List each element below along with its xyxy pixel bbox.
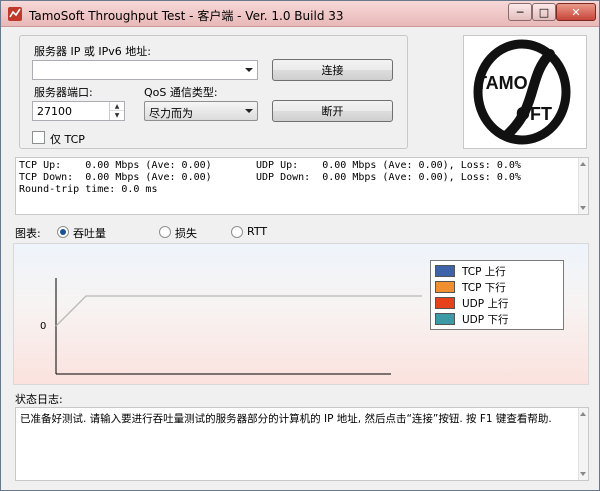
status-log[interactable]: 已准备好测试. 请输入要进行吞吐量测试的服务器部分的计算机的 IP 地址, 然后…: [15, 407, 589, 481]
maximize-button[interactable]: □: [532, 3, 556, 21]
legend-label: TCP 下行: [462, 282, 506, 294]
legend-item: UDP 下行: [435, 312, 563, 326]
rtt-stat: Round-trip time: 0.0 ms: [19, 184, 158, 195]
qos-value: 尽力而为: [149, 107, 193, 120]
server-port-stepper[interactable]: 27100 ▲ ▼: [32, 101, 125, 121]
log-scrollbar[interactable]: [578, 408, 588, 480]
minimize-button[interactable]: ─: [508, 3, 532, 21]
scroll-down-icon[interactable]: [580, 472, 586, 476]
scroll-up-icon[interactable]: [580, 412, 586, 416]
connect-button[interactable]: 连接: [272, 59, 393, 81]
legend-label: TCP 上行: [462, 266, 506, 278]
udp-up-stat: UDP Up: 0.00 Mbps (Ave: 0.00), Loss: 0.0…: [256, 160, 521, 171]
legend-label: UDP 上行: [462, 298, 509, 310]
series-line: [55, 295, 422, 327]
stepper-down-icon[interactable]: ▼: [110, 111, 124, 120]
chevron-down-icon: [245, 109, 253, 113]
tcp-only-label: 仅 TCP: [50, 133, 85, 146]
legend-item: UDP 上行: [435, 296, 563, 310]
radio-rtt[interactable]: [231, 226, 243, 238]
radio-throughput[interactable]: [57, 226, 69, 238]
status-log-message: 已准备好测试. 请输入要进行吞吐量测试的服务器部分的计算机的 IP 地址, 然后…: [20, 413, 552, 425]
qos-label: QoS 通信类型:: [144, 86, 218, 99]
tcp-only-checkbox[interactable]: [32, 131, 45, 144]
legend-label: UDP 下行: [462, 314, 509, 326]
udp-down-stat: UDP Down: 0.00 Mbps (Ave: 0.00), Loss: 0…: [256, 172, 521, 183]
disconnect-button[interactable]: 断开: [272, 100, 393, 122]
legend-item: TCP 上行: [435, 264, 563, 278]
server-port-value: 27100: [37, 105, 72, 118]
status-log-label: 状态日志:: [15, 393, 63, 406]
app-window: TamoSoft Throughput Test - 客户端 - Ver. 1.…: [0, 0, 600, 491]
radio-throughput-label: 吞吐量: [73, 227, 106, 240]
legend-swatch-tcp-down: [435, 281, 455, 293]
stepper-arrows: ▲ ▼: [109, 102, 124, 120]
chevron-down-icon: [245, 68, 253, 72]
server-address-combo[interactable]: [32, 60, 258, 80]
close-button[interactable]: ✕: [556, 3, 596, 21]
tamosoft-logo: TAMO OFT: [463, 35, 587, 149]
radio-rtt-label: RTT: [247, 225, 268, 238]
scroll-up-icon[interactable]: [580, 162, 586, 166]
tcp-down-stat: TCP Down: 0.00 Mbps (Ave: 0.00): [19, 172, 212, 183]
chart-legend: TCP 上行 TCP 下行 UDP 上行 UDP 下行: [430, 260, 564, 330]
app-icon: [8, 7, 22, 21]
y-tick-label-0: 0: [40, 321, 46, 332]
qos-select[interactable]: 尽力而为: [144, 101, 258, 121]
radio-loss-label: 损失: [175, 227, 197, 240]
radio-loss[interactable]: [159, 226, 171, 238]
stats-scrollbar[interactable]: [578, 158, 588, 214]
window-title: TamoSoft Throughput Test - 客户端 - Ver. 1.…: [29, 9, 344, 23]
throughput-chart: 0 TCP 上行 TCP 下行 UDP 上行 UDP 下行: [13, 243, 589, 385]
server-address-label: 服务器 IP 或 IPv6 地址:: [34, 45, 151, 58]
client-area: 服务器 IP 或 IPv6 地址: 连接 服务器端口: 27100 ▲ ▼ Qo…: [5, 27, 595, 487]
logo-text-top: TAMO: [476, 73, 528, 93]
legend-swatch-tcp-up: [435, 265, 455, 277]
connection-group: 服务器 IP 或 IPv6 地址: 连接 服务器端口: 27100 ▲ ▼ Qo…: [19, 35, 408, 149]
tcp-up-stat: TCP Up: 0.00 Mbps (Ave: 0.00): [19, 160, 212, 171]
logo-graphic: TAMO OFT: [473, 39, 571, 145]
stepper-up-icon[interactable]: ▲: [110, 102, 124, 111]
scroll-down-icon[interactable]: [580, 206, 586, 210]
title-bar[interactable]: TamoSoft Throughput Test - 客户端 - Ver. 1.…: [1, 1, 599, 27]
logo-text-bottom: OFT: [516, 104, 552, 124]
legend-swatch-udp-down: [435, 313, 455, 325]
chart-selector-label: 图表:: [15, 227, 41, 240]
stats-panel: TCP Up: 0.00 Mbps (Ave: 0.00) UDP Up: 0.…: [15, 157, 589, 215]
legend-swatch-udp-up: [435, 297, 455, 309]
server-port-label: 服务器端口:: [34, 86, 93, 99]
legend-item: TCP 下行: [435, 280, 563, 294]
